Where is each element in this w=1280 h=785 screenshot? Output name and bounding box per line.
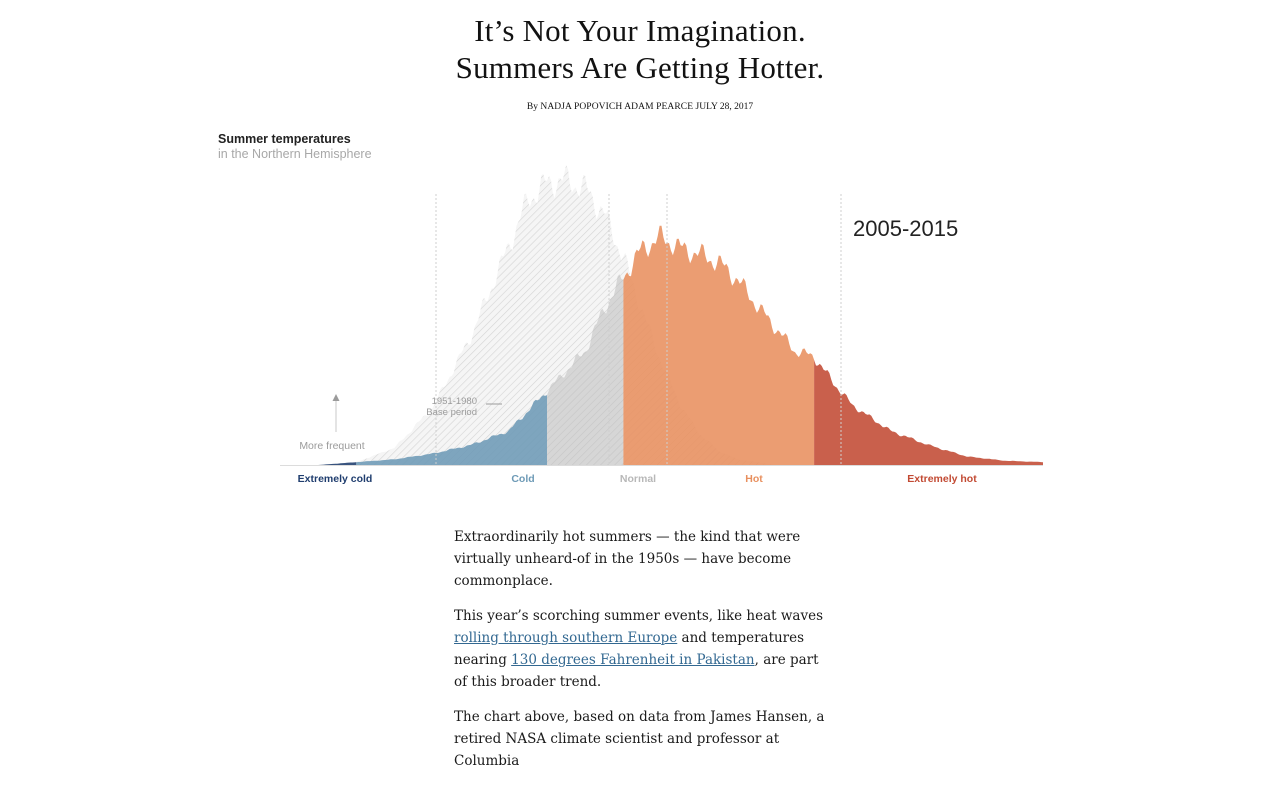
byline-date: JULY 28, 2017 — [695, 102, 754, 112]
period-label: 2005-2015 — [853, 216, 958, 241]
p2-text-1: This year’s scorching summer events, lik… — [454, 608, 824, 624]
category-label-extremely-cold: Extremely cold — [298, 473, 373, 485]
byline-prefix: By — [526, 102, 538, 112]
link-southern-europe[interactable]: rolling through southern Europe — [454, 630, 677, 646]
chart-subtitle: in the Northern Hemisphere — [218, 147, 372, 161]
base-period-label-line-1: 1951-1980 — [432, 396, 477, 407]
article-paragraph-2: This year’s scorching summer events, lik… — [454, 605, 834, 693]
category-label-extremely-hot: Extremely hot — [907, 473, 977, 485]
headline-line-1: It’s Not Your Imagination. — [474, 13, 806, 48]
headline: It’s Not Your Imagination. Summers Are G… — [0, 12, 1280, 86]
up-arrow-icon — [332, 394, 340, 401]
article-paragraph-3: The chart above, based on data from Jame… — [454, 709, 825, 769]
category-label-cold: Cold — [511, 473, 534, 485]
recent-area-extremely-hot — [814, 359, 1043, 465]
temperature-distribution-chart: 2005-2015 1951-1980 Base period More fre… — [280, 164, 1043, 485]
chart-title: Summer temperatures — [218, 132, 351, 146]
category-label-normal: Normal — [620, 473, 656, 485]
article-paragraph-1: Extraordinarily hot summers — the kind t… — [454, 529, 801, 589]
category-labels: Extremely cold Cold Normal Hot Extremely hot — [298, 473, 978, 485]
article-body: Extraordinarily hot summers — the kind t… — [454, 526, 834, 785]
recent-area-hot — [623, 225, 815, 465]
recent-period-layer — [280, 225, 1043, 466]
category-label-hot: Hot — [745, 473, 763, 485]
base-period-label-line-2: Base period — [426, 407, 477, 418]
headline-line-2: Summers Are Getting Hotter. — [455, 50, 825, 85]
link-pakistan-heat[interactable]: 130 degrees Fahrenheit in Pakistan — [511, 652, 754, 668]
more-frequent-label: More frequent — [299, 440, 364, 452]
byline: By Nadja Popovich Adam Pearce JULY 28, 2… — [0, 102, 1280, 112]
byline-authors[interactable]: Nadja Popovich Adam Pearce — [540, 102, 693, 112]
recent-area-extremely-cold — [280, 462, 357, 465]
